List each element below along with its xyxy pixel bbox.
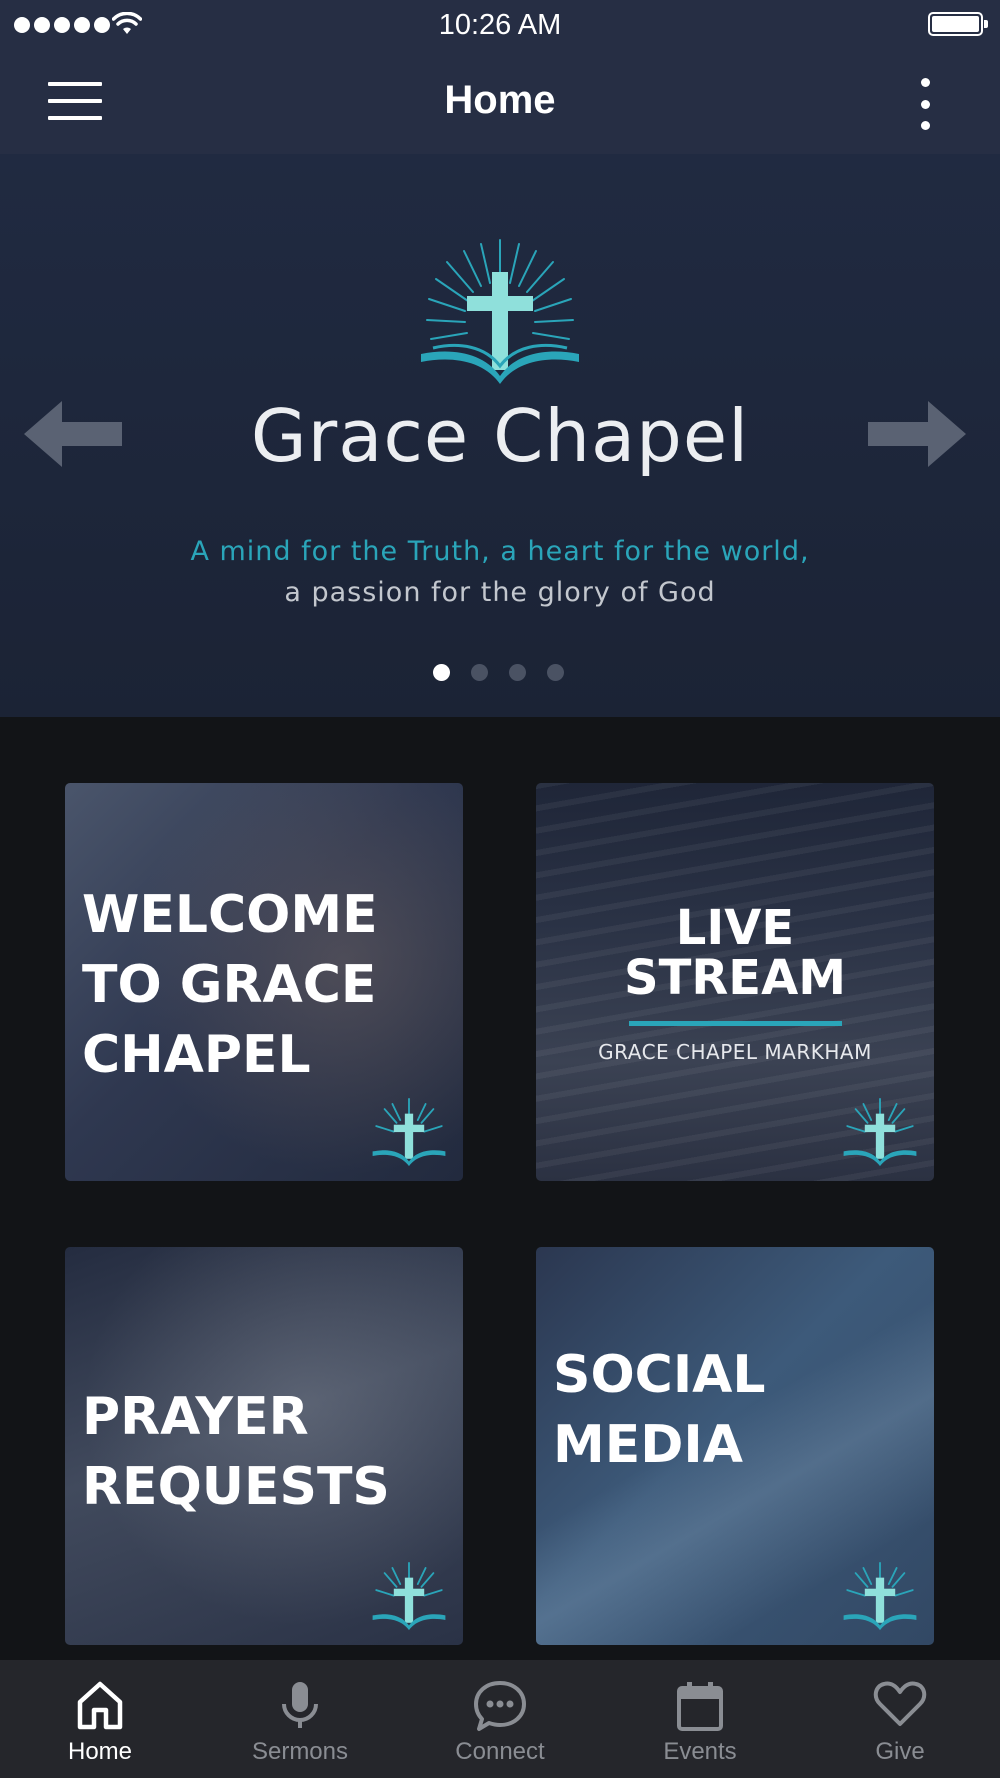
live-stream-tile[interactable]: LIVE STREAM GRACE CHAPEL MARKHAM bbox=[536, 783, 934, 1181]
next-slide-arrow-icon[interactable] bbox=[868, 401, 966, 467]
tab-connect-label: Connect bbox=[455, 1738, 545, 1765]
hero-tagline-line-1: A mind for the Truth, a heart for the wo… bbox=[190, 536, 810, 567]
prayer-requests-tile[interactable]: PRAYER REQUESTS bbox=[65, 1247, 463, 1645]
page-dot-3[interactable] bbox=[509, 664, 526, 681]
tab-home-label: Home bbox=[67, 1738, 133, 1765]
tab-events[interactable]: Events bbox=[600, 1660, 800, 1778]
carousel-page-indicator bbox=[433, 664, 564, 681]
page-title: Home bbox=[444, 78, 556, 122]
page-dot-2[interactable] bbox=[471, 664, 488, 681]
microphone-icon bbox=[282, 1682, 318, 1728]
hero-tagline-line-2: a passion for the glory of God bbox=[284, 577, 716, 608]
live-stream-tile-heading: LIVE STREAM bbox=[624, 900, 846, 1006]
heart-icon bbox=[873, 1681, 927, 1726]
grace-chapel-logo-small bbox=[843, 1561, 917, 1631]
more-options-icon[interactable] bbox=[912, 78, 938, 130]
tab-events-label: Events bbox=[663, 1738, 737, 1765]
bottom-tab-bar: Home Sermons Connect Events Give bbox=[0, 1660, 1000, 1778]
live-stream-divider bbox=[629, 1021, 842, 1026]
tab-connect[interactable]: Connect bbox=[400, 1660, 600, 1778]
calendar-icon bbox=[677, 1682, 723, 1731]
grace-chapel-logo-small bbox=[372, 1561, 446, 1631]
tab-home[interactable]: Home bbox=[0, 1660, 200, 1778]
home-icon bbox=[77, 1681, 123, 1730]
grace-chapel-logo-small bbox=[372, 1097, 446, 1167]
tab-sermons-label: Sermons bbox=[251, 1738, 349, 1765]
navigation-bar: Home bbox=[0, 50, 1000, 154]
grace-chapel-logo-small bbox=[843, 1097, 917, 1167]
social-media-tile-heading: SOCIAL MEDIA bbox=[553, 1345, 766, 1475]
tab-give-label: Give bbox=[875, 1738, 925, 1765]
grace-chapel-logo bbox=[421, 239, 579, 384]
tab-sermons[interactable]: Sermons bbox=[200, 1660, 400, 1778]
status-bar: 10:26 AM bbox=[0, 0, 1000, 50]
social-media-tile[interactable]: SOCIAL MEDIA bbox=[536, 1247, 934, 1645]
status-time: 10:26 AM bbox=[438, 9, 562, 41]
live-stream-subtitle: GRACE CHAPEL MARKHAM bbox=[598, 1040, 872, 1064]
page-dot-4[interactable] bbox=[547, 664, 564, 681]
menu-icon[interactable] bbox=[48, 82, 102, 120]
hero-carousel[interactable]: Grace Chapel A mind for the Truth, a hea… bbox=[0, 154, 1000, 717]
welcome-tile-heading: WELCOME TO GRACE CHAPEL bbox=[82, 885, 378, 1085]
page-dot-1[interactable] bbox=[433, 664, 450, 681]
hero-title: Grace Chapel bbox=[250, 394, 750, 478]
prayer-requests-tile-heading: PRAYER REQUESTS bbox=[82, 1387, 390, 1517]
welcome-tile[interactable]: WELCOME TO GRACE CHAPEL bbox=[65, 783, 463, 1181]
chat-bubble-icon bbox=[474, 1681, 526, 1731]
tab-give[interactable]: Give bbox=[800, 1660, 1000, 1778]
battery-icon bbox=[928, 12, 988, 36]
